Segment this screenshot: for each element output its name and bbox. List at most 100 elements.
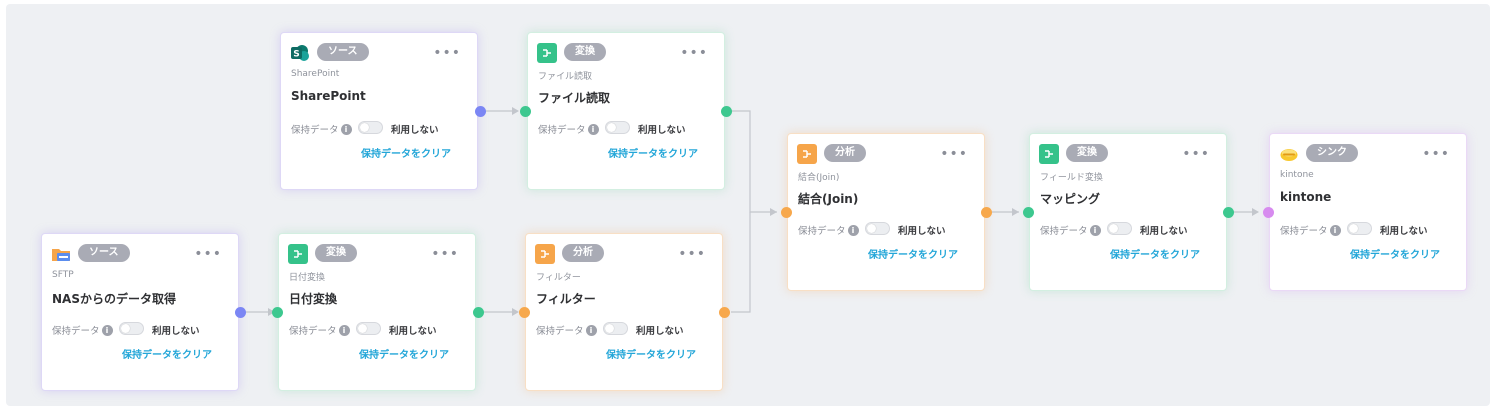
keep-data-text: 保持データ	[289, 326, 337, 337]
keep-data-text: 保持データ	[536, 326, 584, 337]
toggle-knob	[121, 324, 130, 333]
node-title: SharePoint	[291, 89, 366, 103]
node-type-tag: 変換	[1066, 144, 1108, 162]
toggle-label: 利用しない	[898, 226, 946, 237]
output-port[interactable]	[721, 106, 732, 117]
clear-data-link[interactable]: 保持データをクリア	[868, 246, 958, 261]
node-subtitle: フィルター	[536, 273, 581, 283]
node-sharepoint[interactable]: S ソース ••• SharePoint SharePoint 保持データ i 利…	[280, 32, 478, 190]
keep-data-label: 保持データ i	[798, 223, 859, 237]
clear-data-link[interactable]: 保持データをクリア	[122, 346, 212, 361]
clear-data-link[interactable]: 保持データをクリア	[608, 145, 698, 160]
input-port[interactable]	[519, 307, 530, 318]
keep-data-label: 保持データ i	[536, 323, 597, 337]
info-icon[interactable]: i	[340, 123, 352, 135]
info-icon[interactable]: i	[1329, 224, 1341, 236]
node-title: kintone	[1280, 190, 1332, 204]
keep-data-label: 保持データ i	[1040, 223, 1101, 237]
node-subtitle: 日付変換	[289, 273, 326, 283]
input-port[interactable]	[1263, 207, 1274, 218]
output-port[interactable]	[981, 207, 992, 218]
transform-icon	[288, 244, 308, 264]
keep-data-text: 保持データ	[1040, 226, 1088, 237]
clear-data-link[interactable]: 保持データをクリア	[1350, 246, 1440, 261]
toggle-knob	[867, 224, 876, 233]
info-icon[interactable]: i	[585, 324, 597, 336]
keep-data-text: 保持データ	[798, 226, 846, 237]
info-icon[interactable]: i	[338, 324, 350, 336]
node-title: 日付変換	[289, 292, 338, 306]
toggle-label: 利用しない	[389, 326, 437, 337]
kintone-icon	[1279, 144, 1299, 164]
toggle-label: 利用しない	[152, 326, 200, 337]
toggle-label: 利用しない	[1140, 226, 1188, 237]
more-menu-icon[interactable]: •••	[433, 45, 461, 61]
keep-data-toggle[interactable]	[865, 222, 890, 235]
node-title: マッピング	[1040, 192, 1101, 206]
keep-data-toggle[interactable]	[356, 322, 381, 335]
info-icon[interactable]: i	[847, 224, 859, 236]
keep-data-toggle[interactable]	[358, 121, 383, 134]
clear-data-link[interactable]: 保持データをクリア	[359, 346, 449, 361]
info-icon[interactable]: i	[587, 123, 599, 135]
node-kintone[interactable]: シンク ••• kintone kintone 保持データ i 利用しない 保持デ…	[1269, 133, 1467, 291]
node-subtitle: 結合(Join)	[798, 173, 840, 183]
node-type-tag: シンク	[1306, 144, 1358, 162]
node-title: NASからのデータ取得	[52, 292, 176, 306]
node-subtitle: ファイル読取	[538, 72, 593, 82]
keep-data-toggle[interactable]	[1347, 222, 1372, 235]
more-menu-icon[interactable]: •••	[680, 45, 708, 61]
sharepoint-icon: S	[290, 43, 310, 63]
toggle-label: 利用しない	[636, 326, 684, 337]
keep-data-label: 保持データ i	[291, 122, 352, 136]
node-sftp[interactable]: ソース ••• SFTP NASからのデータ取得 保持データ i 利用しない 保持…	[41, 233, 239, 391]
output-port[interactable]	[235, 307, 246, 318]
clear-data-link[interactable]: 保持データをクリア	[1110, 246, 1200, 261]
keep-data-text: 保持データ	[52, 326, 100, 337]
node-title: フィルター	[536, 292, 596, 306]
more-menu-icon[interactable]: •••	[1422, 146, 1450, 162]
input-port[interactable]	[1023, 207, 1034, 218]
keep-data-toggle[interactable]	[603, 322, 628, 335]
toggle-label: 利用しない	[638, 125, 686, 136]
node-type-tag: 分析	[562, 244, 604, 262]
input-port[interactable]	[520, 106, 531, 117]
nas-folder-icon	[51, 244, 71, 264]
input-port[interactable]	[781, 207, 792, 218]
more-menu-icon[interactable]: •••	[194, 246, 222, 262]
analysis-icon	[535, 244, 555, 264]
more-menu-icon[interactable]: •••	[940, 146, 968, 162]
output-port[interactable]	[719, 307, 730, 318]
more-menu-icon[interactable]: •••	[431, 246, 459, 262]
output-port[interactable]	[473, 307, 484, 318]
info-icon[interactable]: i	[1089, 224, 1101, 236]
node-join[interactable]: 分析 ••• 結合(Join) 結合(Join) 保持データ i 利用しない 保持…	[787, 133, 985, 291]
keep-data-toggle[interactable]	[119, 322, 144, 335]
node-title: ファイル読取	[538, 91, 611, 105]
toggle-label: 利用しない	[391, 125, 439, 136]
info-icon[interactable]: i	[101, 324, 113, 336]
node-mapping[interactable]: 変換 ••• フィールド変換 マッピング 保持データ i 利用しない 保持データを…	[1029, 133, 1227, 291]
more-menu-icon[interactable]: •••	[678, 246, 706, 262]
keep-data-toggle[interactable]	[605, 121, 630, 134]
node-subtitle: フィールド変換	[1040, 173, 1103, 183]
keep-data-text: 保持データ	[538, 125, 586, 136]
clear-data-link[interactable]: 保持データをクリア	[361, 145, 451, 160]
more-menu-icon[interactable]: •••	[1182, 146, 1210, 162]
node-filter[interactable]: 分析 ••• フィルター フィルター 保持データ i 利用しない 保持データをクリ…	[525, 233, 723, 391]
toggle-knob	[1109, 224, 1118, 233]
transform-icon	[537, 43, 557, 63]
input-port[interactable]	[272, 307, 283, 318]
output-port[interactable]	[1223, 207, 1234, 218]
node-subtitle: kintone	[1280, 170, 1314, 180]
toggle-knob	[607, 123, 616, 132]
keep-data-toggle[interactable]	[1107, 222, 1132, 235]
toggle-knob	[1349, 224, 1358, 233]
keep-data-label: 保持データ i	[289, 323, 350, 337]
node-type-tag: 分析	[824, 144, 866, 162]
node-date-convert[interactable]: 変換 ••• 日付変換 日付変換 保持データ i 利用しない 保持データをクリア	[278, 233, 476, 391]
clear-data-link[interactable]: 保持データをクリア	[606, 346, 696, 361]
node-file-read[interactable]: 変換 ••• ファイル読取 ファイル読取 保持データ i 利用しない 保持データを…	[527, 32, 725, 190]
node-subtitle: SFTP	[52, 270, 74, 280]
output-port[interactable]	[475, 106, 486, 117]
